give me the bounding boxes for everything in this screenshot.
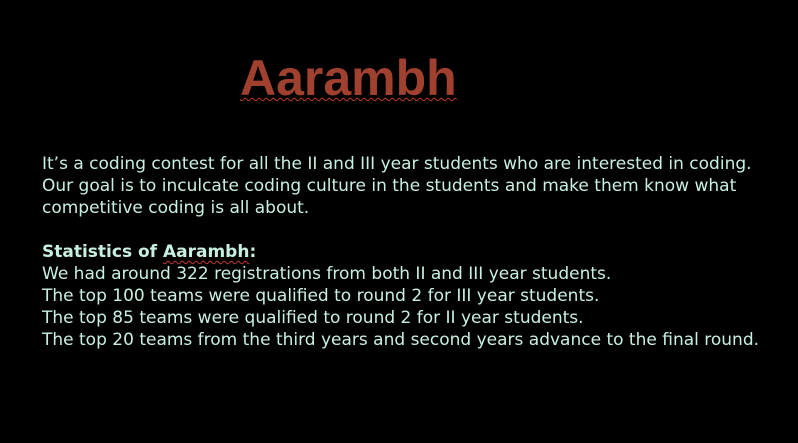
statistics-heading-suffix: :: [249, 242, 257, 262]
statistics-line: We had around 322 registrations from bot…: [42, 264, 612, 284]
statistics-line: The top 100 teams were qualified to roun…: [42, 286, 600, 306]
intro-paragraph: It’s a coding contest for all the II and…: [42, 154, 752, 218]
slide-title: Aarambh: [240, 50, 457, 106]
slide: Aarambh It’s a coding contest for all th…: [0, 0, 798, 443]
statistics-heading: Statistics of Aarambh:: [42, 241, 762, 263]
slide-body: It’s a coding contest for all the II and…: [42, 153, 762, 351]
statistics-heading-name: Aarambh: [162, 242, 250, 262]
statistics-line: The top 20 teams from the third years an…: [42, 330, 760, 350]
statistics-line: The top 85 teams were qualified to round…: [42, 308, 584, 328]
statistics-heading-prefix: Statistics of: [42, 242, 163, 262]
